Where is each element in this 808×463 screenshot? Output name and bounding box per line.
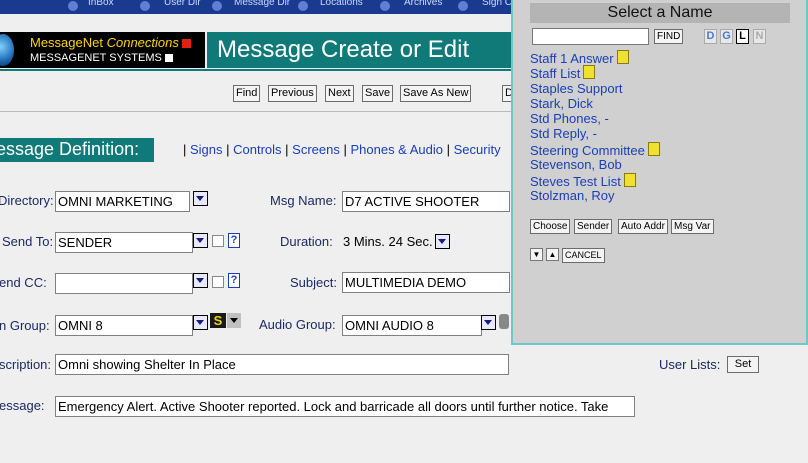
book-icon[interactable] — [616, 50, 629, 64]
list-item[interactable]: Stevenson, Bob — [530, 157, 622, 172]
list-item[interactable]: Steering Committee — [530, 142, 660, 158]
list-item[interactable]: Staff 1 Answer — [530, 50, 629, 66]
nav-bullet-icon — [298, 1, 308, 11]
nav-bullet-icon — [140, 1, 150, 11]
screens-link[interactable]: Screens — [292, 142, 340, 157]
nav-archives[interactable]: Archives — [404, 0, 442, 8]
audio-group-label: Audio Group: — [259, 317, 336, 332]
section-title: essage Definition: — [0, 139, 140, 159]
letter-n-button[interactable]: N — [753, 29, 766, 44]
list-item[interactable]: Std Phones, - — [530, 111, 609, 126]
book-icon[interactable] — [623, 173, 636, 187]
list-item[interactable]: Staples Support — [530, 81, 623, 96]
nav-user-dir[interactable]: User Dir — [164, 0, 201, 8]
msg-name-label: Msg Name: — [270, 193, 337, 208]
expand-icon[interactable] — [164, 54, 173, 63]
send-to-dropdown-icon[interactable] — [193, 233, 208, 248]
cancel-button[interactable]: CANCEL — [562, 248, 605, 263]
auto-addr-button[interactable]: Auto Addr — [618, 219, 668, 234]
send-cc-dropdown-icon[interactable] — [193, 273, 208, 288]
directory-field[interactable]: OMNI MARKETING — [55, 191, 190, 212]
send-cc-help-icon[interactable]: ? — [228, 273, 240, 288]
duration-label: Duration: — [280, 234, 333, 249]
send-to-checkbox[interactable] — [212, 235, 224, 247]
logo-line-2: MESSAGENET SYSTEMS — [30, 52, 173, 64]
name-search-input[interactable] — [532, 28, 649, 45]
scroll-down-icon[interactable]: ▼ — [530, 248, 543, 261]
letter-g-button[interactable]: G — [720, 29, 733, 44]
letter-l-button[interactable]: L — [736, 29, 749, 44]
find-name-button[interactable]: FIND — [654, 29, 684, 44]
letter-d-button[interactable]: D — [704, 29, 717, 44]
find-button[interactable]: Find — [233, 85, 261, 102]
directory-dropdown-icon[interactable] — [193, 191, 208, 206]
nav-locations[interactable]: Locations — [320, 0, 363, 8]
sender-button[interactable]: Sender — [574, 219, 613, 234]
send-cc-field[interactable] — [55, 273, 193, 294]
section-header: essage Definition: — [0, 138, 154, 162]
user-lists-label: User Lists: — [659, 357, 721, 372]
duration-value: 3 Mins. 24 Sec. — [343, 234, 433, 249]
description-field[interactable]: Omni showing Shelter In Place — [55, 354, 509, 375]
nav-message-dir[interactable]: Message Dir — [234, 0, 290, 8]
speaker-icon[interactable] — [499, 314, 509, 329]
messagenet-logo: MessageNet Connections MESSAGENET SYSTEM… — [0, 32, 205, 68]
nav-bullet-icon — [380, 1, 390, 11]
list-item[interactable]: Staff List — [530, 65, 596, 81]
subject-label: Subject: — [290, 275, 337, 290]
page-title: Message Create or Edit — [217, 36, 470, 63]
send-to-help-icon[interactable]: ? — [228, 233, 240, 248]
save-as-new-button[interactable]: Save As New — [400, 85, 472, 102]
subject-field[interactable]: MULTIMEDIA DEMO — [342, 272, 510, 293]
save-button[interactable]: Save — [362, 85, 394, 102]
send-to-field[interactable]: SENDER — [55, 232, 193, 253]
list-item[interactable]: Std Reply, - — [530, 126, 597, 141]
toolbar-divider — [0, 111, 512, 112]
list-item[interactable]: Stolzman, Roy — [530, 188, 615, 203]
page-title-bar: Message Create or Edit — [207, 32, 517, 68]
sign-icon[interactable]: S — [210, 313, 226, 328]
audio-group-dropdown-icon[interactable] — [481, 315, 496, 330]
choose-button[interactable]: Choose — [530, 219, 571, 234]
sign-menu-chevron-icon[interactable] — [227, 313, 241, 328]
directory-label: Directory: — [0, 193, 54, 208]
list-item[interactable]: Stark, Dick — [530, 96, 593, 111]
logo-line-1: MessageNet Connections — [30, 35, 191, 50]
previous-button[interactable]: Previous — [268, 85, 317, 102]
signs-link[interactable]: Signs — [190, 142, 223, 157]
send-cc-label: end CC: — [0, 275, 47, 290]
globe-icon — [0, 34, 14, 66]
message-field[interactable]: Emergency Alert. Active Shooter reported… — [55, 396, 635, 417]
description-label: scription: — [0, 357, 52, 372]
book-icon[interactable] — [583, 65, 596, 79]
select-name-popup: Select a Name FIND D G L N Staff 1 Answe… — [511, 0, 808, 345]
msg-name-field[interactable]: D7 ACTIVE SHOOTER — [342, 191, 510, 212]
sign-group-field[interactable]: OMNI 8 — [55, 315, 193, 336]
security-link[interactable]: Security — [454, 142, 501, 157]
send-cc-checkbox[interactable] — [212, 276, 224, 288]
nav-bullet-icon — [68, 1, 78, 11]
set-button[interactable]: Set — [727, 356, 759, 373]
duration-dropdown-icon[interactable] — [435, 234, 450, 249]
phones-audio-link[interactable]: Phones & Audio — [350, 142, 443, 157]
popup-title: Select a Name — [530, 3, 790, 23]
title-divider — [0, 69, 512, 71]
msg-var-button[interactable]: Msg Var — [671, 219, 714, 234]
sign-group-label: n Group: — [0, 318, 50, 333]
controls-link[interactable]: Controls — [233, 142, 281, 157]
next-button[interactable]: Next — [325, 85, 354, 102]
nav-bullet-icon — [458, 1, 468, 11]
book-icon[interactable] — [647, 142, 660, 156]
nav-sign[interactable]: Sign C — [482, 0, 512, 8]
nav-bullet-icon — [212, 1, 222, 11]
section-links: | Signs | Controls | Screens | Phones & … — [183, 142, 501, 157]
audio-group-field[interactable]: OMNI AUDIO 8 — [342, 315, 482, 336]
scroll-up-icon[interactable]: ▲ — [546, 248, 559, 261]
sign-group-dropdown-icon[interactable] — [193, 315, 208, 330]
send-to-label: Send To: — [2, 234, 54, 249]
external-link-icon[interactable] — [181, 39, 191, 49]
nav-inbox[interactable]: InBox — [88, 0, 114, 8]
list-item[interactable]: Steves Test List — [530, 173, 636, 189]
message-label: essage: — [0, 398, 45, 413]
